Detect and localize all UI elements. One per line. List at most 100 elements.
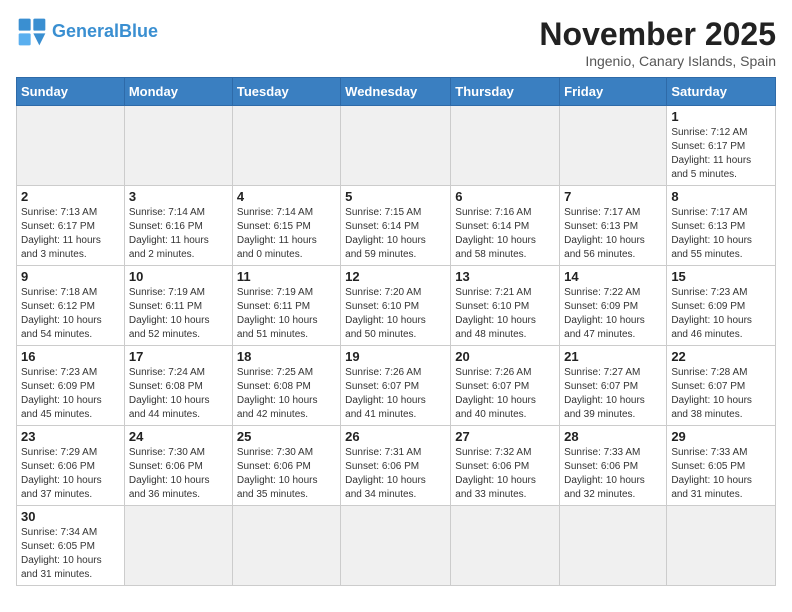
day-number: 29: [671, 429, 771, 444]
calendar-cell: 19 Sunrise: 7:26 AM Sunset: 6:07 PM Dayli…: [341, 346, 451, 426]
calendar-header-friday: Friday: [560, 78, 667, 106]
calendar-header-wednesday: Wednesday: [341, 78, 451, 106]
logo-general: General: [52, 21, 119, 41]
calendar-cell: 16 Sunrise: 7:23 AM Sunset: 6:09 PM Dayli…: [17, 346, 125, 426]
calendar-cell: 27 Sunrise: 7:32 AM Sunset: 6:06 PM Dayli…: [451, 426, 560, 506]
day-info: Sunrise: 7:15 AM Sunset: 6:14 PM Dayligh…: [345, 206, 446, 262]
day-info: Sunrise: 7:13 AM Sunset: 6:17 PM Dayligh…: [21, 206, 120, 262]
calendar-cell: 7Sunrise: 7:17 AM Sunset: 6:13 PM Daylig…: [560, 186, 667, 266]
calendar-cell: 18 Sunrise: 7:25 AM Sunset: 6:08 PM Dayli…: [232, 346, 340, 426]
day-number: 28: [564, 429, 662, 444]
calendar-cell: 1 Sunrise: 7:12 AM Sunset: 6:17 PM Daylig…: [667, 106, 776, 186]
calendar-cell: [341, 106, 451, 186]
month-title: November 2025: [539, 16, 776, 53]
day-info: Sunrise: 7:12 AM Sunset: 6:17 PM Dayligh…: [671, 126, 771, 182]
calendar-cell: [560, 506, 667, 586]
calendar-week-row: 1 Sunrise: 7:12 AM Sunset: 6:17 PM Daylig…: [17, 106, 776, 186]
calendar-table: SundayMondayTuesdayWednesdayThursdayFrid…: [16, 77, 776, 586]
calendar-cell: [451, 106, 560, 186]
day-number: 10: [129, 269, 228, 284]
calendar-cell: [451, 506, 560, 586]
day-info: Sunrise: 7:19 AM Sunset: 6:11 PM Dayligh…: [129, 286, 228, 342]
calendar-cell: 21Sunrise: 7:27 AM Sunset: 6:07 PM Dayli…: [560, 346, 667, 426]
day-info: Sunrise: 7:30 AM Sunset: 6:06 PM Dayligh…: [237, 446, 336, 502]
calendar-cell: 20Sunrise: 7:26 AM Sunset: 6:07 PM Dayli…: [451, 346, 560, 426]
calendar-week-row: 23 Sunrise: 7:29 AM Sunset: 6:06 PM Dayli…: [17, 426, 776, 506]
calendar-week-row: 30Sunrise: 7:34 AM Sunset: 6:05 PM Dayli…: [17, 506, 776, 586]
day-info: Sunrise: 7:33 AM Sunset: 6:05 PM Dayligh…: [671, 446, 771, 502]
day-info: Sunrise: 7:14 AM Sunset: 6:16 PM Dayligh…: [129, 206, 228, 262]
calendar-week-row: 9 Sunrise: 7:18 AM Sunset: 6:12 PM Daylig…: [17, 266, 776, 346]
day-number: 4: [237, 189, 336, 204]
calendar-cell: 25 Sunrise: 7:30 AM Sunset: 6:06 PM Dayli…: [232, 426, 340, 506]
calendar-cell: [667, 506, 776, 586]
day-info: Sunrise: 7:23 AM Sunset: 6:09 PM Dayligh…: [671, 286, 771, 342]
day-info: Sunrise: 7:29 AM Sunset: 6:06 PM Dayligh…: [21, 446, 120, 502]
day-number: 16: [21, 349, 120, 364]
calendar-header-thursday: Thursday: [451, 78, 560, 106]
day-info: Sunrise: 7:17 AM Sunset: 6:13 PM Dayligh…: [671, 206, 771, 262]
day-number: 24: [129, 429, 228, 444]
day-number: 9: [21, 269, 120, 284]
calendar-cell: 12 Sunrise: 7:20 AM Sunset: 6:10 PM Dayli…: [341, 266, 451, 346]
calendar-cell: 24 Sunrise: 7:30 AM Sunset: 6:06 PM Dayli…: [124, 426, 232, 506]
day-number: 15: [671, 269, 771, 284]
day-number: 25: [237, 429, 336, 444]
calendar-cell: 4 Sunrise: 7:14 AM Sunset: 6:15 PM Daylig…: [232, 186, 340, 266]
day-info: Sunrise: 7:20 AM Sunset: 6:10 PM Dayligh…: [345, 286, 446, 342]
day-info: Sunrise: 7:26 AM Sunset: 6:07 PM Dayligh…: [345, 366, 446, 422]
day-number: 12: [345, 269, 446, 284]
calendar-cell: 23 Sunrise: 7:29 AM Sunset: 6:06 PM Dayli…: [17, 426, 125, 506]
logo-blue: Blue: [119, 21, 158, 41]
calendar-cell: 6Sunrise: 7:16 AM Sunset: 6:14 PM Daylig…: [451, 186, 560, 266]
day-number: 8: [671, 189, 771, 204]
calendar-cell: 29 Sunrise: 7:33 AM Sunset: 6:05 PM Dayli…: [667, 426, 776, 506]
day-info: Sunrise: 7:30 AM Sunset: 6:06 PM Dayligh…: [129, 446, 228, 502]
calendar-cell: 9 Sunrise: 7:18 AM Sunset: 6:12 PM Daylig…: [17, 266, 125, 346]
header: GeneralBlue November 2025 Ingenio, Canar…: [16, 16, 776, 69]
day-info: Sunrise: 7:21 AM Sunset: 6:10 PM Dayligh…: [455, 286, 555, 342]
day-number: 23: [21, 429, 120, 444]
day-info: Sunrise: 7:24 AM Sunset: 6:08 PM Dayligh…: [129, 366, 228, 422]
logo-text: GeneralBlue: [52, 21, 158, 43]
calendar-cell: [124, 506, 232, 586]
day-info: Sunrise: 7:22 AM Sunset: 6:09 PM Dayligh…: [564, 286, 662, 342]
day-number: 7: [564, 189, 662, 204]
day-number: 18: [237, 349, 336, 364]
calendar-cell: 5Sunrise: 7:15 AM Sunset: 6:14 PM Daylig…: [341, 186, 451, 266]
day-number: 3: [129, 189, 228, 204]
calendar-header-sunday: Sunday: [17, 78, 125, 106]
calendar-cell: 28 Sunrise: 7:33 AM Sunset: 6:06 PM Dayli…: [560, 426, 667, 506]
day-number: 30: [21, 509, 120, 524]
day-number: 1: [671, 109, 771, 124]
day-info: Sunrise: 7:16 AM Sunset: 6:14 PM Dayligh…: [455, 206, 555, 262]
day-number: 19: [345, 349, 446, 364]
calendar-cell: 11Sunrise: 7:19 AM Sunset: 6:11 PM Dayli…: [232, 266, 340, 346]
calendar-header-tuesday: Tuesday: [232, 78, 340, 106]
logo: GeneralBlue: [16, 16, 158, 48]
day-info: Sunrise: 7:14 AM Sunset: 6:15 PM Dayligh…: [237, 206, 336, 262]
calendar-cell: [17, 106, 125, 186]
calendar-cell: 22Sunrise: 7:28 AM Sunset: 6:07 PM Dayli…: [667, 346, 776, 426]
day-info: Sunrise: 7:33 AM Sunset: 6:06 PM Dayligh…: [564, 446, 662, 502]
day-number: 22: [671, 349, 771, 364]
day-info: Sunrise: 7:26 AM Sunset: 6:07 PM Dayligh…: [455, 366, 555, 422]
calendar-cell: 13Sunrise: 7:21 AM Sunset: 6:10 PM Dayli…: [451, 266, 560, 346]
day-number: 17: [129, 349, 228, 364]
calendar-header-monday: Monday: [124, 78, 232, 106]
calendar-cell: [124, 106, 232, 186]
calendar-cell: 30Sunrise: 7:34 AM Sunset: 6:05 PM Dayli…: [17, 506, 125, 586]
day-info: Sunrise: 7:23 AM Sunset: 6:09 PM Dayligh…: [21, 366, 120, 422]
calendar-cell: 2Sunrise: 7:13 AM Sunset: 6:17 PM Daylig…: [17, 186, 125, 266]
day-info: Sunrise: 7:31 AM Sunset: 6:06 PM Dayligh…: [345, 446, 446, 502]
day-info: Sunrise: 7:32 AM Sunset: 6:06 PM Dayligh…: [455, 446, 555, 502]
day-number: 11: [237, 269, 336, 284]
day-number: 27: [455, 429, 555, 444]
calendar-week-row: 16 Sunrise: 7:23 AM Sunset: 6:09 PM Dayli…: [17, 346, 776, 426]
title-section: November 2025 Ingenio, Canary Islands, S…: [539, 16, 776, 69]
calendar-cell: 26 Sunrise: 7:31 AM Sunset: 6:06 PM Dayli…: [341, 426, 451, 506]
day-info: Sunrise: 7:25 AM Sunset: 6:08 PM Dayligh…: [237, 366, 336, 422]
calendar-cell: 14Sunrise: 7:22 AM Sunset: 6:09 PM Dayli…: [560, 266, 667, 346]
day-number: 26: [345, 429, 446, 444]
day-info: Sunrise: 7:18 AM Sunset: 6:12 PM Dayligh…: [21, 286, 120, 342]
